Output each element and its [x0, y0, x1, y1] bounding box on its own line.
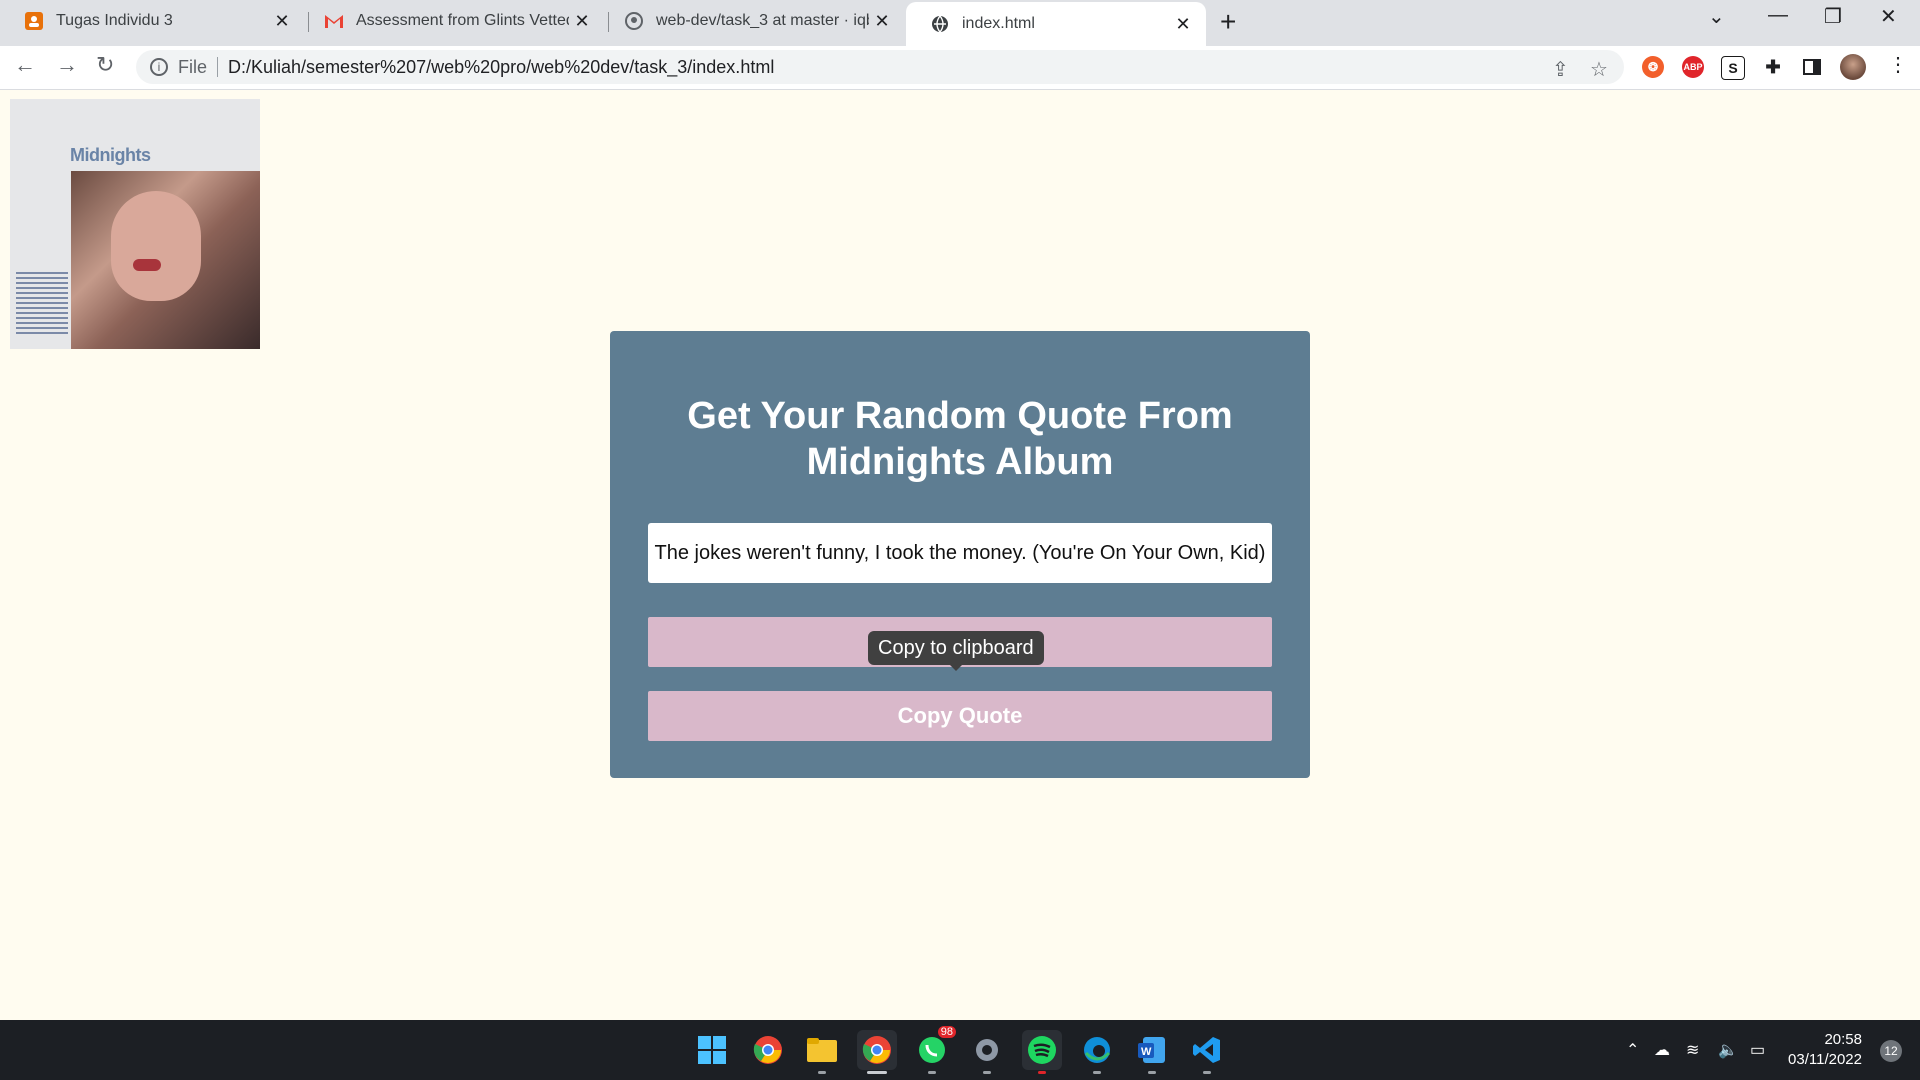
tab-strip: Tugas Individu 3 ✕ Assessment from Glint…: [0, 0, 1920, 46]
album-face: [111, 191, 201, 301]
info-icon[interactable]: i: [150, 58, 168, 76]
album-photo: [71, 171, 260, 349]
running-indicator: [983, 1071, 991, 1074]
quote-card: Get Your Random Quote From Midnights Alb…: [610, 331, 1310, 778]
wifi-icon[interactable]: ≋: [1686, 1020, 1699, 1080]
menu-kebab-icon[interactable]: ⋮: [1888, 52, 1908, 77]
s-icon[interactable]: S: [1721, 56, 1745, 80]
album-lips: [133, 259, 161, 271]
address-bar[interactable]: i File D:/Kuliah/semester%207/web%20pro/…: [136, 50, 1624, 84]
new-tab-button[interactable]: +: [1220, 6, 1236, 38]
window-close-button[interactable]: ✕: [1880, 4, 1897, 29]
copy-tooltip: Copy to clipboard: [868, 631, 1044, 671]
profile-avatar[interactable]: [1840, 54, 1866, 80]
vscode-icon[interactable]: [1187, 1030, 1227, 1074]
chrome-icon[interactable]: [748, 1030, 788, 1070]
taskbar: 98 W ⌃ ☁ ≋ 🔈 ▭ 20:58 03/11/2022 12: [0, 1020, 1920, 1080]
clock-date: 03/11/2022: [1788, 1051, 1862, 1068]
whatsapp-icon[interactable]: 98: [912, 1026, 956, 1074]
tab-github[interactable]: web-dev/task_3 at master · iqbalu ✕: [600, 0, 905, 42]
album-tracklist: [16, 272, 68, 337]
bookmark-star-icon[interactable]: ☆: [1590, 57, 1608, 82]
globe-icon: [930, 14, 950, 34]
windows-start-icon[interactable]: [692, 1030, 732, 1070]
github-icon: [624, 11, 644, 31]
quote-display[interactable]: The jokes weren't funny, I took the mone…: [648, 523, 1272, 583]
running-indicator: [867, 1071, 887, 1074]
chrome-profile-icon[interactable]: [857, 1030, 897, 1074]
sidepanel-icon[interactable]: [1801, 56, 1823, 78]
scheme-label: File: [178, 56, 208, 77]
system-clock[interactable]: 20:58 03/11/2022: [1788, 1030, 1862, 1070]
tray-chevron-icon[interactable]: ⌃: [1626, 1020, 1639, 1080]
word-icon[interactable]: W: [1132, 1030, 1172, 1074]
notification-count[interactable]: 12: [1880, 1040, 1902, 1062]
file-explorer-icon[interactable]: [802, 1030, 842, 1074]
tab-title: index.html: [962, 15, 1035, 32]
running-indicator: [928, 1071, 936, 1074]
gmail-icon: [324, 11, 344, 31]
page-title: Get Your Random Quote From Midnights Alb…: [687, 395, 1233, 483]
close-icon[interactable]: ✕: [1170, 14, 1196, 35]
tab-title: web-dev/task_3 at master · iqbalu: [656, 12, 869, 29]
close-icon[interactable]: ✕: [269, 11, 295, 32]
running-indicator: [1148, 1071, 1156, 1074]
tab-tugas-individu[interactable]: Tugas Individu 3 ✕: [0, 0, 305, 42]
share-icon[interactable]: ⇪: [1552, 57, 1569, 82]
user-icon: [24, 11, 44, 31]
album-cover: Midnights: [10, 99, 260, 349]
tab-assessment[interactable]: Assessment from Glints Vetted Ta ✕: [300, 0, 605, 42]
running-indicator: [1203, 1071, 1211, 1074]
browser-toolbar: ← → ↻ i File D:/Kuliah/semester%207/web%…: [0, 46, 1920, 90]
svg-text:W: W: [1141, 1046, 1152, 1058]
onedrive-icon[interactable]: ☁: [1654, 1020, 1670, 1080]
restore-button[interactable]: ❐: [1824, 4, 1842, 29]
tab-title: Assessment from Glints Vetted Ta: [356, 12, 569, 29]
address-separator: [217, 57, 219, 77]
adblock-icon[interactable]: ABP: [1682, 56, 1704, 78]
reload-icon[interactable]: ↻: [96, 52, 114, 78]
tab-index-html[interactable]: index.html ✕: [906, 2, 1206, 46]
close-icon[interactable]: ✕: [569, 11, 595, 32]
whatsapp-badge: 98: [937, 1026, 956, 1038]
spotify-icon[interactable]: [1022, 1030, 1062, 1074]
running-indicator: [1038, 1071, 1046, 1074]
back-arrow-icon[interactable]: ←: [14, 52, 36, 78]
tab-title: Tugas Individu 3: [56, 12, 173, 29]
settings-gear-icon[interactable]: [967, 1030, 1007, 1074]
album-title: Midnights: [70, 145, 151, 165]
running-indicator: [818, 1071, 826, 1074]
clock-time: 20:58: [1824, 1031, 1862, 1048]
brave-icon[interactable]: ❂: [1642, 56, 1664, 78]
tab-search-chevron-icon[interactable]: ⌄: [1708, 4, 1725, 29]
forward-arrow-icon[interactable]: →: [56, 52, 78, 78]
edge-icon[interactable]: [1077, 1030, 1117, 1074]
minimize-button[interactable]: —: [1768, 4, 1788, 27]
copy-quote-button[interactable]: Copy Quote: [648, 691, 1272, 741]
volume-icon[interactable]: 🔈: [1718, 1020, 1738, 1080]
close-icon[interactable]: ✕: [869, 11, 895, 32]
battery-icon[interactable]: ▭: [1750, 1020, 1765, 1080]
url-text[interactable]: D:/Kuliah/semester%207/web%20pro/web%20d…: [228, 57, 774, 78]
running-indicator: [1093, 1071, 1101, 1074]
puzzle-icon[interactable]: ✚: [1762, 56, 1784, 78]
